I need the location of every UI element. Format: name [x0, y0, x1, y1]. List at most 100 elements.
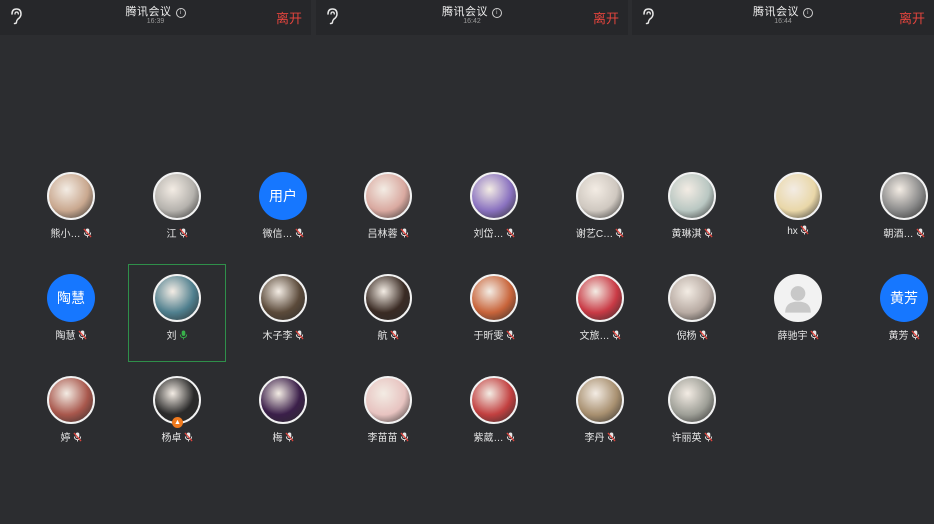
- avatar: [774, 274, 822, 322]
- avatar: [576, 274, 624, 322]
- avatar: [259, 274, 307, 322]
- participant-tile[interactable]: 于昕雯: [446, 265, 542, 361]
- participant-tile[interactable]: 刘: [128, 264, 226, 362]
- participant-tile[interactable]: 紫葳…: [446, 367, 542, 463]
- mic-muted-icon: [697, 330, 708, 342]
- participant-name: 于昕雯: [446, 327, 542, 342]
- mic-muted-icon: [398, 228, 409, 240]
- meeting-time: 16:42: [463, 18, 481, 25]
- mic-muted-icon: [504, 330, 515, 342]
- avatar: [47, 172, 95, 220]
- mic-muted-icon: [293, 228, 304, 240]
- participant-name: 朝酒…: [856, 225, 934, 240]
- top-bar: 腾讯会议 i 16:42 离开: [316, 0, 628, 35]
- participant-tile[interactable]: 黄琳淇: [644, 163, 740, 259]
- mic-muted-icon: [914, 228, 925, 240]
- leave-button[interactable]: 离开: [899, 8, 925, 27]
- avatar: [364, 376, 412, 424]
- avatar: 黄芳: [880, 274, 928, 322]
- meeting-panel: 腾讯会议 i 16:39 离开 熊小… 江用户 微信… 陶慧 陶慧刘木子李婷 ▲ 杨卓梅: [0, 0, 311, 524]
- participant-tile[interactable]: 航: [340, 265, 436, 361]
- avatar: [576, 376, 624, 424]
- participant-name: 薛驰宇: [750, 327, 846, 342]
- avatar: [668, 376, 716, 424]
- top-bar: 腾讯会议 i 16:44 离开: [632, 0, 934, 35]
- mic-muted-icon: [293, 330, 304, 342]
- participant-name: 黄琳淇: [644, 225, 740, 240]
- participant-tile[interactable]: 李苗苗: [340, 367, 436, 463]
- participant-tile[interactable]: 朝酒…: [856, 163, 934, 259]
- participant-tile[interactable]: 许丽英: [644, 367, 740, 463]
- mic-muted-icon: [605, 432, 616, 444]
- participant-tile[interactable]: 刘岱…: [446, 163, 542, 259]
- participant-tile[interactable]: 薛驰宇: [750, 265, 846, 361]
- mic-muted-icon: [610, 330, 621, 342]
- avatar: [153, 172, 201, 220]
- mic-muted-icon: [702, 432, 713, 444]
- info-icon[interactable]: i: [492, 8, 502, 18]
- avatar: 用户: [259, 172, 307, 220]
- avatar: [470, 274, 518, 322]
- host-badge-icon: ▲: [172, 417, 183, 428]
- avatar: [880, 172, 928, 220]
- participant-name: 倪杨: [644, 327, 740, 342]
- mic-muted-icon: [798, 225, 809, 237]
- participant-name: 航: [340, 327, 436, 342]
- participant-tile[interactable]: 熊小…: [23, 163, 119, 259]
- mic-muted-icon: [71, 432, 82, 444]
- leave-button[interactable]: 离开: [593, 8, 619, 27]
- participant-name: 许丽英: [644, 429, 740, 444]
- avatar: [153, 274, 201, 322]
- mic-muted-icon: [182, 432, 193, 444]
- meeting-time: 16:39: [146, 18, 165, 25]
- participant-tile[interactable]: 婷: [23, 367, 119, 463]
- mic-muted-icon: [388, 330, 399, 342]
- meeting-panel: 腾讯会议 i 16:42 离开 吕林蓉 刘岱… 谢艺C… 航于昕雯 文旅… 李苗苗 紫葳… 李丹: [316, 0, 628, 524]
- participant-tile[interactable]: 江: [129, 163, 225, 259]
- avatar: [47, 376, 95, 424]
- participant-tile[interactable]: hx: [750, 163, 846, 259]
- participant-tile[interactable]: 黄芳 黄芳: [856, 265, 934, 361]
- participant-tile[interactable]: 陶慧 陶慧: [23, 265, 119, 361]
- avatar: [668, 172, 716, 220]
- mic-muted-icon: [504, 432, 515, 444]
- participant-name: 江: [129, 225, 225, 240]
- avatar: [470, 172, 518, 220]
- top-bar: 腾讯会议 i 16:39 离开: [0, 0, 311, 35]
- participant-name: 杨卓: [129, 429, 225, 444]
- participant-name: 婷: [23, 429, 119, 444]
- avatar: 陶慧: [47, 274, 95, 322]
- meeting-title: 腾讯会议 i: [0, 3, 311, 19]
- avatar: [668, 274, 716, 322]
- mic-muted-icon: [613, 228, 624, 240]
- mic-muted-icon: [909, 330, 920, 342]
- participant-tile[interactable]: ▲ 杨卓: [129, 367, 225, 463]
- mic-muted-icon: [283, 432, 294, 444]
- participant-name: 刘岱…: [446, 225, 542, 240]
- meeting-title: 腾讯会议 i: [316, 3, 628, 19]
- mic-muted-icon: [177, 228, 188, 240]
- participant-name: 熊小…: [23, 225, 119, 240]
- meeting-title: 腾讯会议 i: [632, 3, 934, 19]
- avatar: [364, 274, 412, 322]
- participant-name: 紫葳…: [446, 429, 542, 444]
- participant-name: 吕林蓉: [340, 225, 436, 240]
- participant-tile[interactable]: 吕林蓉: [340, 163, 436, 259]
- mic-muted-icon: [81, 228, 92, 240]
- participant-name: 刘: [129, 327, 225, 342]
- info-icon[interactable]: i: [803, 8, 813, 18]
- avatar: [576, 172, 624, 220]
- info-icon[interactable]: i: [175, 8, 186, 18]
- leave-button[interactable]: 离开: [276, 8, 302, 27]
- participant-name: hx: [750, 225, 846, 237]
- avatar: [364, 172, 412, 220]
- avatar: [470, 376, 518, 424]
- avatar: [774, 172, 822, 220]
- mic-active-icon: [177, 330, 188, 342]
- participant-tile[interactable]: 倪杨: [644, 265, 740, 361]
- mic-muted-icon: [398, 432, 409, 444]
- avatar: [259, 376, 307, 424]
- participant-name: 陶慧: [23, 327, 119, 342]
- participant-name: 李苗苗: [340, 429, 436, 444]
- mic-muted-icon: [504, 228, 515, 240]
